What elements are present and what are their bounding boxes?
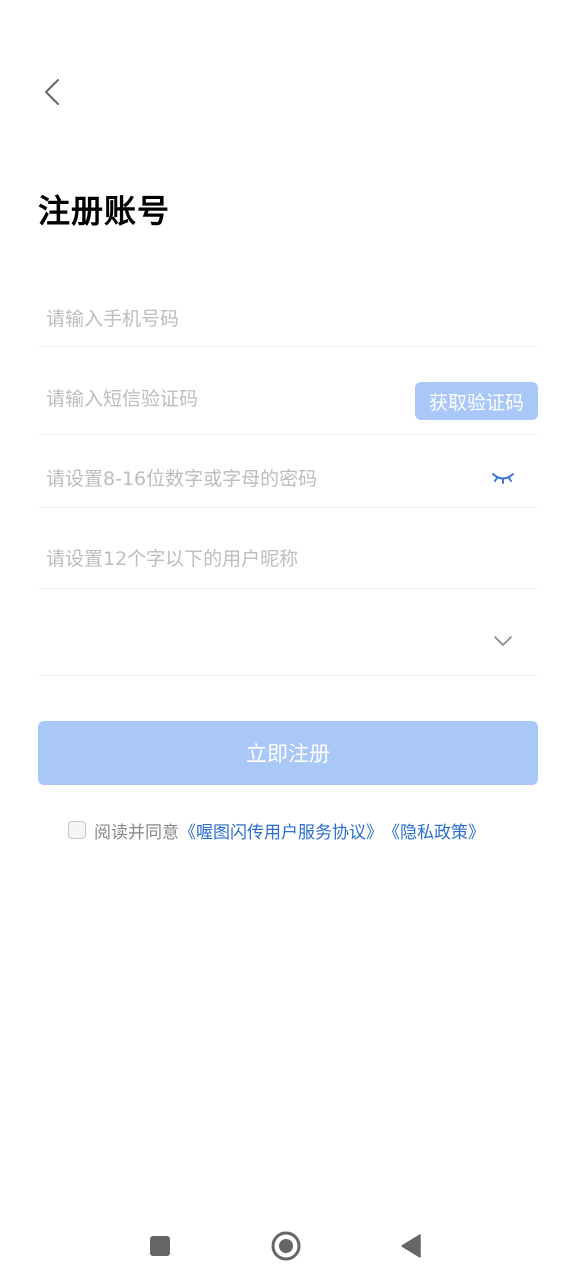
password-field-row	[38, 450, 538, 508]
password-visibility-toggle[interactable]	[490, 466, 516, 488]
phone-input[interactable]	[46, 304, 526, 334]
password-input[interactable]	[46, 464, 476, 494]
agreement-row: 阅读并同意 《喔图闪传用户服务协议》 《隐私政策》	[68, 817, 485, 843]
nickname-field-row	[38, 530, 538, 589]
agreement-checkbox[interactable]	[68, 821, 86, 839]
dropdown-select[interactable]	[38, 610, 538, 676]
register-button[interactable]: 立即注册	[38, 721, 538, 785]
phone-field-row	[38, 290, 538, 347]
eye-closed-icon	[492, 473, 514, 484]
triangle-back-icon	[401, 1234, 421, 1258]
back-button[interactable]	[34, 72, 70, 112]
home-button[interactable]	[266, 1226, 306, 1266]
circle-icon	[271, 1231, 301, 1261]
terms-link[interactable]: 《喔图闪传用户服务协议》	[179, 818, 383, 843]
sms-code-input[interactable]	[46, 384, 406, 414]
get-code-button[interactable]: 获取验证码	[415, 382, 538, 420]
chevron-down-icon	[494, 636, 512, 646]
square-icon	[150, 1236, 170, 1256]
page-title: 注册账号	[38, 192, 171, 230]
chevron-left-icon	[45, 79, 59, 105]
system-nav-bar	[0, 1210, 576, 1280]
recents-button[interactable]	[140, 1226, 180, 1266]
privacy-link[interactable]: 《隐私政策》	[383, 818, 485, 843]
agreement-prefix: 阅读并同意	[94, 822, 179, 843]
system-back-button[interactable]	[391, 1226, 431, 1266]
nickname-input[interactable]	[46, 544, 526, 574]
sms-code-field-row: 获取验证码	[38, 370, 538, 435]
